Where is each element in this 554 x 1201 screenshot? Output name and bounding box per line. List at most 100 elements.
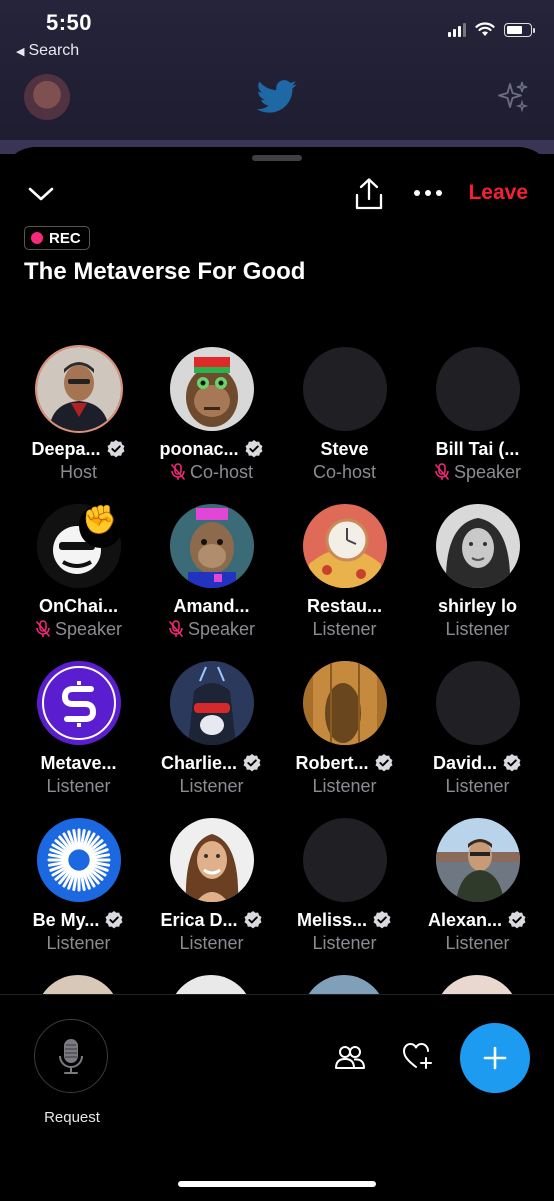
verified-badge-icon <box>105 911 123 929</box>
participant-card[interactable]: Meliss... Listener <box>278 818 411 954</box>
participant-avatar[interactable] <box>169 661 254 745</box>
verified-badge-icon <box>243 754 261 772</box>
participant-avatar[interactable] <box>302 347 387 431</box>
participant-card[interactable]: Bill Tai (... Speaker <box>411 347 544 483</box>
participant-role: Listener <box>46 932 111 953</box>
participant-avatar[interactable] <box>435 818 520 902</box>
verified-badge-icon <box>375 754 392 772</box>
wifi-icon <box>475 22 495 36</box>
participant-name-line: shirley lo <box>411 594 544 618</box>
verified-badge-icon <box>245 440 262 458</box>
twitter-bird-icon <box>256 80 297 113</box>
participant-role-line: Listener <box>145 932 278 954</box>
participant-name-line: David... <box>411 751 544 775</box>
participant-name-line: OnChai... <box>12 594 145 618</box>
participant-role-line: Listener <box>278 618 411 640</box>
participant-name: Metave... <box>40 752 117 773</box>
record-dot-icon <box>31 232 43 244</box>
mic-off-icon <box>168 620 184 637</box>
participant-name-line: Metave... <box>12 751 145 775</box>
participant-name-line: Steve <box>278 437 411 461</box>
participant-avatar[interactable] <box>36 661 121 745</box>
participant-card[interactable]: Amand... Speaker <box>145 504 278 640</box>
participant-avatar[interactable] <box>302 504 387 588</box>
participant-name: David... <box>432 752 498 773</box>
participant-role-line: Listener <box>278 775 411 797</box>
participant-name: shirley lo <box>437 595 518 616</box>
raised-fist-reaction-icon: ✊ <box>82 504 117 535</box>
participant-card[interactable]: Restau... Listener <box>278 504 411 640</box>
participant-role-line: Listener <box>12 932 145 954</box>
mic-off-icon <box>434 463 450 480</box>
home-indicator[interactable] <box>178 1181 376 1187</box>
participant-role: Listener <box>312 618 377 639</box>
participant-role-line: Listener <box>411 775 544 797</box>
request-to-speak-button[interactable] <box>34 1019 108 1093</box>
participant-avatar[interactable] <box>169 347 254 431</box>
participant-role: Listener <box>312 775 377 796</box>
participant-name: Robert... <box>295 752 369 773</box>
profile-avatar <box>24 74 70 120</box>
participant-role: Listener <box>312 932 377 953</box>
mic-off-icon <box>35 620 51 637</box>
participant-name-line: Amand... <box>145 594 278 618</box>
participant-card[interactable]: Robert... Listener <box>278 661 411 797</box>
people-icon <box>335 1046 365 1069</box>
participant-role-line: Listener <box>278 932 411 954</box>
more-button[interactable] <box>410 183 446 203</box>
participant-avatar[interactable] <box>36 347 121 431</box>
participant-avatar[interactable] <box>435 504 520 588</box>
participant-role-line: Listener <box>12 775 145 797</box>
participant-avatar[interactable] <box>302 661 387 745</box>
participant-avatar[interactable] <box>435 661 520 745</box>
compose-button[interactable] <box>460 1023 530 1093</box>
leave-button[interactable]: Leave <box>468 181 528 205</box>
collapse-button[interactable] <box>26 179 56 209</box>
participant-card[interactable]: poonac... Co-host <box>145 347 278 483</box>
share-button[interactable] <box>352 175 386 213</box>
participant-card[interactable]: Charlie... Listener <box>145 661 278 797</box>
participants-button[interactable] <box>332 1041 368 1073</box>
participant-card[interactable]: Deepa... Host <box>12 347 145 483</box>
participant-avatar[interactable] <box>302 818 387 902</box>
participant-role: Co-host <box>189 461 254 482</box>
participant-name-line: Meliss... <box>278 908 411 932</box>
participant-name-line: Robert... <box>278 751 411 775</box>
participant-role: Speaker <box>54 618 123 639</box>
participant-role: Listener <box>445 932 510 953</box>
request-label: Request <box>44 1109 100 1126</box>
react-button[interactable] <box>400 1039 436 1073</box>
verified-badge-icon <box>503 754 521 772</box>
participant-name-line: Erica D... <box>145 908 278 932</box>
participant-name-line: poonac... <box>145 437 278 461</box>
participant-card[interactable]: ✊ OnChai... Speaker <box>12 504 145 640</box>
participant-name: Erica D... <box>160 909 238 930</box>
more-icon <box>414 190 442 196</box>
back-to-search[interactable]: ◀ Search <box>16 42 79 60</box>
participant-name: poonac... <box>159 438 239 459</box>
space-title: The Metaverse For Good <box>24 258 306 285</box>
verified-badge-icon <box>373 911 391 929</box>
participant-card[interactable]: Steve Co-host <box>278 347 411 483</box>
participant-name: Deepa... <box>31 438 101 459</box>
participant-name-line: Be My... <box>12 908 145 932</box>
verified-badge-icon <box>508 911 526 929</box>
battery-icon <box>504 22 535 37</box>
participant-card[interactable]: Alexan... Listener <box>411 818 544 954</box>
participant-avatar[interactable] <box>169 504 254 588</box>
participant-card[interactable]: Be My... Listener <box>12 818 145 954</box>
participant-card[interactable]: Erica D... Listener <box>145 818 278 954</box>
microphone-icon <box>59 1039 83 1074</box>
participant-avatar[interactable] <box>435 347 520 431</box>
recording-badge: REC <box>24 226 90 250</box>
participant-avatar[interactable] <box>169 818 254 902</box>
participant-role: Listener <box>46 775 111 796</box>
participant-role: Listener <box>179 775 244 796</box>
sheet-grabber[interactable] <box>252 155 302 161</box>
participant-card[interactable]: David... Listener <box>411 661 544 797</box>
plus-icon <box>483 1046 507 1070</box>
participant-role-line: Listener <box>145 775 278 797</box>
participant-avatar[interactable] <box>36 818 121 902</box>
participant-card[interactable]: Metave... Listener <box>12 661 145 797</box>
participant-card[interactable]: shirley lo Listener <box>411 504 544 640</box>
